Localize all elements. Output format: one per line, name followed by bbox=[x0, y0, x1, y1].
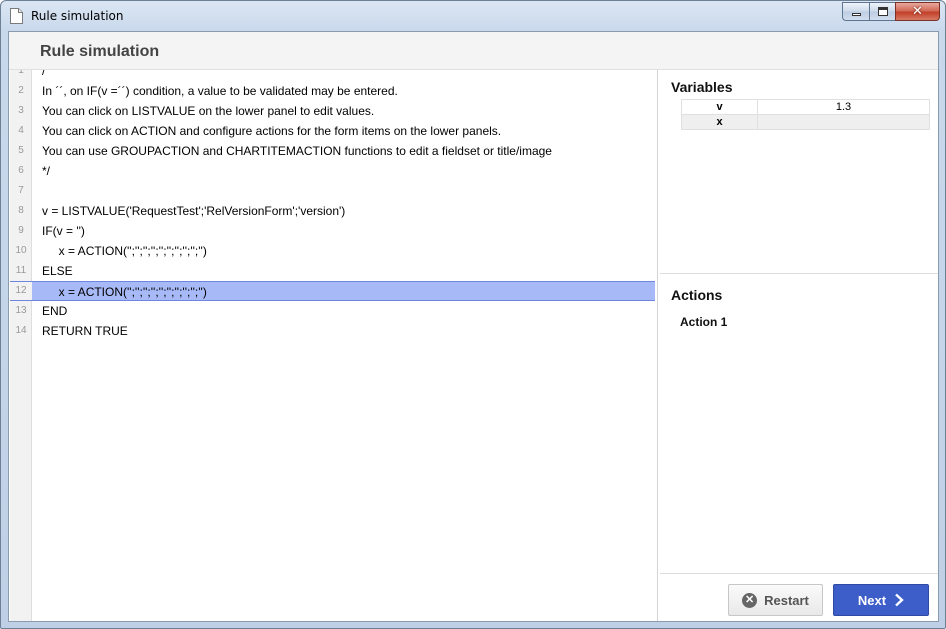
line-number: 9 bbox=[18, 225, 24, 236]
section-divider bbox=[660, 273, 938, 274]
variable-value[interactable] bbox=[757, 114, 930, 130]
restart-button[interactable]: ✕ Restart bbox=[728, 584, 823, 616]
variable-name: x bbox=[681, 114, 758, 130]
line-number: 8 bbox=[18, 205, 24, 216]
app-window: Rule simulation ✕ Rule simulation 1/2 In … bbox=[0, 0, 946, 629]
code-line[interactable]: 13 END bbox=[10, 301, 655, 321]
line-number: 12 bbox=[10, 282, 32, 300]
minimize-button[interactable] bbox=[842, 2, 869, 21]
variables-table: v 1.3 x bbox=[681, 99, 930, 130]
code-line[interactable]: 12 x = ACTION('';'';'';'';'';'';'';'';''… bbox=[10, 281, 655, 301]
code-line[interactable]: 4 You can click on ACTION and configure a… bbox=[10, 121, 655, 141]
line-number: 3 bbox=[18, 105, 24, 116]
dialog-content: Rule simulation 1/2 In ´´, on IF(v =´´) c… bbox=[8, 31, 939, 622]
code-text: / bbox=[42, 70, 46, 78]
code-text: x = ACTION('';'';'';'';'';'';'';'';'';''… bbox=[42, 244, 207, 258]
line-number: 11 bbox=[15, 265, 27, 276]
close-button[interactable]: ✕ bbox=[895, 2, 940, 21]
page-title: Rule simulation bbox=[40, 43, 160, 60]
document-icon bbox=[10, 8, 23, 24]
code-line[interactable]: 5 You can use GROUPACTION and CHARTITEMAC… bbox=[10, 141, 655, 161]
variable-row[interactable]: v 1.3 bbox=[681, 99, 930, 115]
line-number: 1 bbox=[18, 70, 24, 76]
code-text: You can use GROUPACTION and CHARTITEMACT… bbox=[42, 144, 552, 158]
minimize-icon bbox=[851, 13, 861, 16]
code-line[interactable]: 10 x = ACTION('';'';'';'';'';'';'';'';''… bbox=[10, 241, 655, 261]
code-line[interactable]: 14 RETURN TRUE bbox=[10, 321, 655, 341]
title-bar[interactable]: Rule simulation ✕ bbox=[1, 1, 945, 31]
line-number: 4 bbox=[18, 125, 24, 136]
next-button[interactable]: Next bbox=[833, 584, 929, 616]
restart-label: Restart bbox=[764, 592, 809, 608]
code-text: In ´´, on IF(v =´´) condition, a value t… bbox=[42, 84, 398, 98]
code-text: RETURN TRUE bbox=[42, 324, 128, 338]
code-line[interactable]: 8 v = LISTVALUE('RequestTest';'RelVersion… bbox=[10, 201, 655, 221]
line-number: 2 bbox=[18, 85, 24, 96]
code-text: IF(v = '') bbox=[42, 224, 85, 238]
line-number: 6 bbox=[18, 165, 24, 176]
variables-title: Variables bbox=[671, 79, 733, 95]
code-line[interactable]: 3 You can click on LISTVALUE on the lower… bbox=[10, 101, 655, 121]
code-text: ELSE bbox=[42, 264, 73, 278]
action-item[interactable]: Action 1 bbox=[680, 315, 727, 329]
code-text: */ bbox=[42, 164, 51, 178]
line-number: 14 bbox=[15, 325, 27, 336]
code-text: v = LISTVALUE('RequestTest';'RelVersionF… bbox=[42, 204, 346, 218]
code-line[interactable]: 7 bbox=[10, 181, 655, 201]
actions-title: Actions bbox=[671, 287, 723, 303]
code-line[interactable]: 9 IF(v = '') bbox=[10, 221, 655, 241]
line-number: 10 bbox=[15, 245, 27, 256]
window-controls: ✕ bbox=[842, 2, 940, 22]
code-line[interactable]: 1/ bbox=[10, 70, 655, 81]
variable-row[interactable]: x bbox=[681, 114, 930, 130]
code-line[interactable]: 2 In ´´, on IF(v =´´) condition, a value … bbox=[10, 81, 655, 101]
maximize-button[interactable] bbox=[869, 2, 895, 21]
code-text: You can click on ACTION and configure ac… bbox=[42, 124, 502, 138]
line-number: 13 bbox=[15, 305, 27, 316]
restart-icon: ✕ bbox=[742, 592, 758, 608]
side-panel: Variables v 1.3 x Actions Action 1 ✕ Res… bbox=[660, 70, 938, 621]
chevron-right-icon bbox=[895, 593, 904, 607]
line-number: 7 bbox=[18, 185, 24, 196]
page-header: Rule simulation bbox=[9, 32, 938, 70]
footer-divider bbox=[660, 573, 938, 574]
code-text: END bbox=[42, 304, 68, 318]
code-text: x = ACTION('';'';'';'';'';'';'';'';'';''… bbox=[42, 285, 207, 299]
maximize-icon bbox=[877, 7, 888, 16]
line-number: 5 bbox=[18, 145, 24, 156]
code-line[interactable]: 6 */ bbox=[10, 161, 655, 181]
next-label: Next bbox=[857, 592, 887, 608]
window-title: Rule simulation bbox=[31, 9, 124, 23]
code-line[interactable]: 11 ELSE bbox=[10, 261, 655, 281]
close-icon: ✕ bbox=[912, 4, 923, 19]
code-editor[interactable]: 1/2 In ´´, on IF(v =´´) condition, a valu… bbox=[10, 70, 658, 621]
variable-value[interactable]: 1.3 bbox=[757, 99, 930, 115]
variable-name: v bbox=[681, 99, 758, 115]
code-text: You can click on LISTVALUE on the lower … bbox=[42, 104, 375, 118]
